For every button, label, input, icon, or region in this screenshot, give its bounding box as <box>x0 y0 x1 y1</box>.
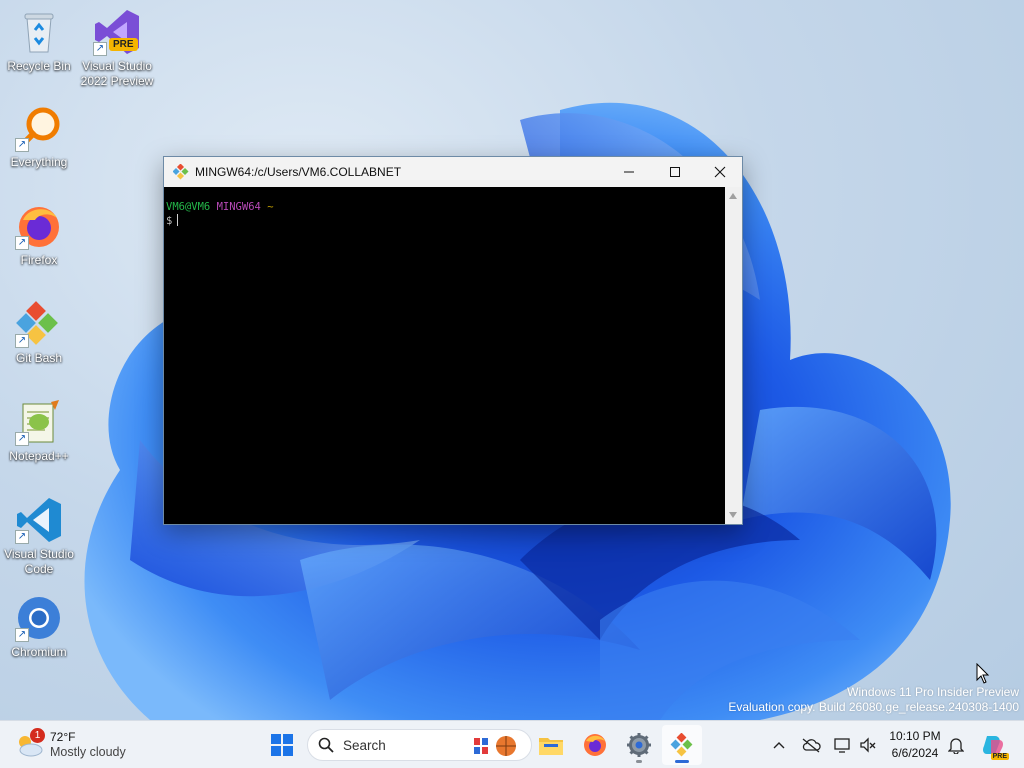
taskbar-firefox[interactable] <box>575 725 615 765</box>
weather-condition: Mostly cloudy <box>50 745 126 759</box>
shortcut-arrow-icon: ↗ <box>93 42 107 56</box>
desktop-icon-label: Everything <box>10 155 68 169</box>
visual-studio-icon: PRE ↗ <box>93 8 141 56</box>
scroll-down-icon[interactable] <box>729 512 737 518</box>
git-bash-icon <box>670 733 693 757</box>
vscode-icon: ↗ <box>15 496 63 544</box>
volume-tray-icon[interactable] <box>856 733 880 757</box>
cloud-offline-icon <box>802 738 821 753</box>
shortcut-arrow-icon: ↗ <box>15 236 29 250</box>
firefox-icon <box>584 734 606 756</box>
prompt-user-host: VM6@VM6 <box>166 201 211 213</box>
shortcut-arrow-icon: ↗ <box>15 530 29 544</box>
desktop-icon-label: Chromium <box>11 645 67 659</box>
search-placeholder: Search <box>343 737 386 753</box>
desktop-icon-label: Notepad++ <box>9 449 69 463</box>
chevron-up-icon <box>773 742 785 749</box>
maximize-icon <box>670 167 680 177</box>
prompt-header: VM6@VM6 MINGW64 ~ <box>166 200 726 214</box>
minimize-icon <box>624 171 634 173</box>
shortcut-arrow-icon: ↗ <box>15 628 29 642</box>
terminal-output[interactable]: VM6@VM6 MINGW64 ~ $ <box>164 187 726 524</box>
vertical-scrollbar[interactable] <box>725 187 742 524</box>
gear-icon <box>627 733 651 757</box>
prompt-symbol: $ <box>166 215 173 227</box>
taskbar: 1 72°F Mostly cloudy Search 10:10 PM 6/6… <box>0 720 1024 768</box>
prompt-path: ~ <box>267 201 274 213</box>
window-title: MINGW64:/c/Users/VM6.COLLABNET <box>195 165 402 179</box>
desktop-icon-label: Firefox <box>20 253 58 267</box>
firefox-icon: ↗ <box>15 202 63 250</box>
shortcut-arrow-icon: ↗ <box>15 432 29 446</box>
search-icon <box>318 737 334 753</box>
git-bash-icon: ↗ <box>15 300 63 348</box>
show-hidden-icons-button[interactable] <box>767 733 791 757</box>
display-tray-icon[interactable] <box>831 733 855 757</box>
start-button[interactable] <box>262 725 302 765</box>
desktop-icon-recycle-bin[interactable]: Recycle Bin <box>0 8 78 74</box>
copilot-button[interactable]: PRE <box>979 733 1009 760</box>
desktop-icon-label: Visual Studio Code <box>4 547 74 576</box>
desktop-icon-git-bash[interactable]: ↗ Git Bash <box>0 300 78 366</box>
monitor-icon <box>834 738 850 753</box>
clock-time: 10:10 PM <box>889 729 941 743</box>
desktop-icon-everything[interactable]: ↗ Everything <box>0 104 78 170</box>
close-button[interactable] <box>697 157 743 187</box>
text-cursor <box>177 214 179 226</box>
evaluation-watermark: Windows 11 Pro Insider Preview Evaluatio… <box>728 685 1019 715</box>
maximize-button[interactable] <box>652 157 698 187</box>
taskbar-clock[interactable]: 10:10 PM 6/6/2024 <box>882 728 948 762</box>
prompt-env: MINGW64 <box>216 201 261 213</box>
chromium-icon: ↗ <box>15 594 63 642</box>
desktop-icon-label: Visual Studio 2022 Preview <box>80 59 154 88</box>
clock-date: 6/6/2024 <box>891 746 939 760</box>
recycle-bin-icon <box>15 8 63 56</box>
terminal-window[interactable]: MINGW64:/c/Users/VM6.COLLABNET VM6@VM6 M… <box>163 156 743 525</box>
scroll-up-icon[interactable] <box>729 193 737 199</box>
watermark-line-2: Evaluation copy. Build 26080.ge_release.… <box>728 700 1019 714</box>
watermark-line-1: Windows 11 Pro Insider Preview <box>847 685 1019 699</box>
onedrive-tray-icon[interactable] <box>799 733 823 757</box>
desktop-icon-visual-studio-code[interactable]: ↗ Visual Studio Code <box>0 496 78 577</box>
running-indicator <box>636 760 642 763</box>
notifications-button[interactable] <box>944 733 968 757</box>
weather-widget[interactable]: 1 72°F Mostly cloudy <box>14 726 126 764</box>
git-bash-icon <box>173 164 189 180</box>
mouse-pointer-icon <box>976 663 990 684</box>
close-icon <box>714 166 726 178</box>
prompt-line: $ <box>166 214 726 228</box>
everything-search-icon: ↗ <box>15 104 63 152</box>
shortcut-arrow-icon: ↗ <box>15 334 29 348</box>
shortcut-arrow-icon: ↗ <box>15 138 29 152</box>
copilot-preview-badge: PRE <box>990 753 1009 760</box>
weather-notification-badge: 1 <box>30 728 45 743</box>
windows-logo-icon <box>271 734 293 756</box>
window-titlebar[interactable]: MINGW64:/c/Users/VM6.COLLABNET <box>164 157 742 187</box>
active-app-indicator <box>675 760 689 763</box>
bell-icon <box>948 738 964 754</box>
preview-badge: PRE <box>109 38 138 51</box>
desktop-icon-label: Recycle Bin <box>7 59 71 73</box>
minimize-button[interactable] <box>606 157 652 187</box>
taskbar-file-explorer[interactable] <box>531 725 571 765</box>
taskbar-settings[interactable] <box>619 725 659 765</box>
search-highlight-basketball-icon <box>474 736 516 756</box>
folder-icon <box>539 738 563 755</box>
desktop-icon-firefox[interactable]: ↗ Firefox <box>0 202 78 268</box>
weather-temperature: 72°F <box>50 730 76 744</box>
taskbar-git-bash[interactable] <box>662 725 702 765</box>
desktop-icon-visual-studio-2022-preview[interactable]: PRE ↗ Visual Studio 2022 Preview <box>78 8 156 89</box>
speaker-muted-icon <box>860 737 876 753</box>
notepad-plus-plus-icon: ↗ <box>15 398 63 446</box>
taskbar-search-box[interactable]: Search <box>307 729 532 761</box>
desktop-icon-notepad-plus-plus[interactable]: ↗ Notepad++ <box>0 398 78 464</box>
desktop-icon-label: Git Bash <box>15 351 63 365</box>
desktop-icon-chromium[interactable]: ↗ Chromium <box>0 594 78 660</box>
